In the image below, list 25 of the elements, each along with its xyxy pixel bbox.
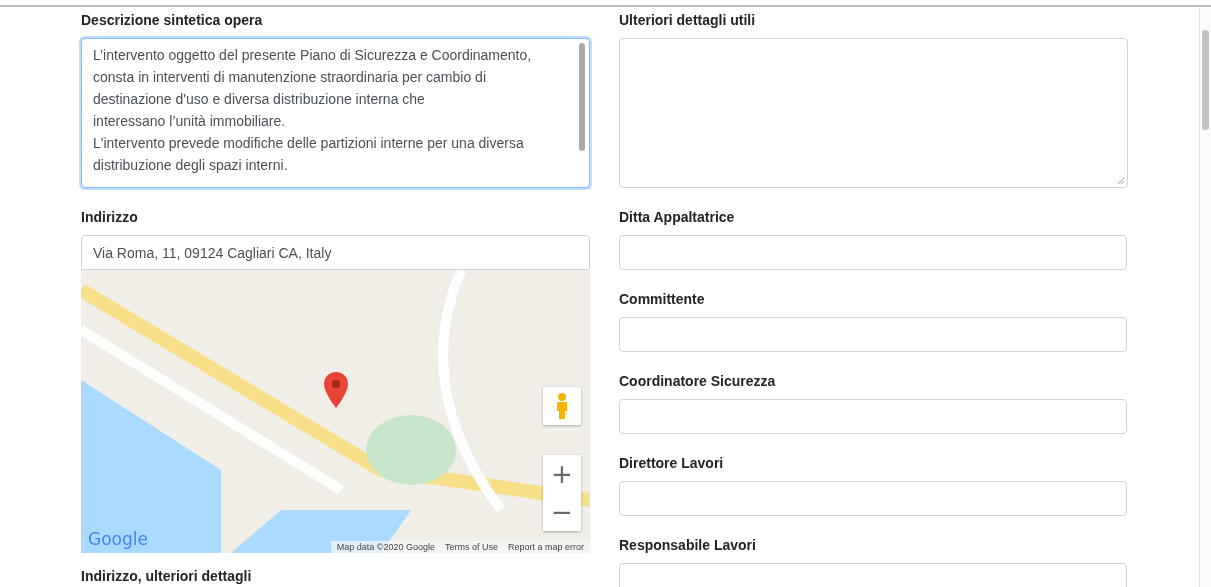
- resize-grip-icon[interactable]: [1117, 177, 1125, 185]
- description-textarea[interactable]: L’intervento oggetto del presente Piano di Sicurezza e Coordinamento, consta in interventi di manutenzione straordinaria per cambio di destinazione d'uso e diversa distribuzione interna che interessano l’unità immobiliare. L'intervento prevede modifiche delle partizioni interne per una diversa distribuzione degli spazi interni.: [81, 38, 590, 188]
- text-input[interactable]: [619, 235, 1127, 270]
- zoom-out-button[interactable]: −: [543, 493, 581, 531]
- person-icon[interactable]: [543, 387, 581, 425]
- map-pin-icon: [324, 372, 348, 408]
- field-label: Ulteriori dettagli utili: [619, 11, 756, 30]
- field-label: Indirizzo: [81, 208, 138, 227]
- field-label: Ditta Appaltatrice: [619, 208, 735, 227]
- field-label: Committente: [619, 290, 705, 309]
- map-link[interactable]: Terms of Use: [444, 542, 498, 552]
- map-logo: Google: [88, 529, 148, 549]
- zoom-in-button[interactable]: +: [543, 455, 581, 493]
- text-input[interactable]: [619, 481, 1127, 516]
- field-label: Responsabile Lavori: [619, 536, 756, 555]
- field-label: Coordinatore Sicurezza: [619, 372, 776, 391]
- field-label: Descrizione sintetica opera: [81, 11, 263, 30]
- map-link[interactable]: Report a map error: [507, 542, 584, 552]
- address-input[interactable]: Via Roma, 11, 09124 Cagliari CA, Italy: [81, 235, 590, 270]
- field-label: Indirizzo, ulteriori dettagli: [81, 567, 252, 586]
- text-input[interactable]: [619, 399, 1127, 434]
- scrollbar-thumb[interactable]: [1202, 30, 1209, 130]
- field-label: Direttore Lavori: [619, 454, 724, 473]
- map-attribution: Map data ©2020 Google: [336, 542, 435, 552]
- text-input[interactable]: [619, 317, 1127, 352]
